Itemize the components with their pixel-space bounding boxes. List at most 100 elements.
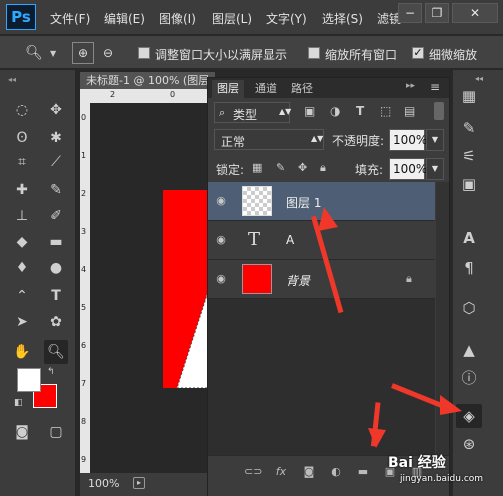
brush-tool-icon[interactable]: ✎ <box>44 178 68 202</box>
fit-window-checkbox[interactable] <box>138 47 150 59</box>
menu-select[interactable]: 选择(S) <box>322 10 363 27</box>
layer-row-background[interactable]: ◉ 背景 🔒︎ <box>208 260 435 299</box>
tab-channels[interactable]: 通道 <box>250 80 282 98</box>
ruler-corner <box>80 89 90 103</box>
lock-all-icon[interactable]: 🔒︎ <box>320 161 326 175</box>
fx-icon[interactable]: fx <box>272 463 290 481</box>
menu-file[interactable]: 文件(F) <box>50 10 90 27</box>
visibility-eye-icon[interactable]: ◉ <box>214 194 228 208</box>
baidu-watermark-url: jingyan.baidu.com <box>400 474 484 484</box>
options-bar: 🔍︎ ▼ ⊕ ⊖ 调整窗口大小以满屏显示 缩放所有窗口 ✓ 细微缩放 <box>0 35 503 69</box>
filter-kind-dropdown[interactable]: ⌕ 类型 ▲▼ <box>214 102 291 123</box>
opacity-slider-button[interactable]: ▼ <box>426 129 444 151</box>
chevron-down-icon[interactable]: ▼ <box>50 49 56 58</box>
filter-smart-object-icon[interactable]: ▤ <box>404 104 415 118</box>
ruler-tick-label: 0 <box>170 90 176 99</box>
foreground-color-front[interactable] <box>17 368 41 392</box>
clone-source-icon[interactable]: ▣ <box>456 172 482 196</box>
lock-icon: 🔒︎ <box>406 272 412 285</box>
expand-dock-icon[interactable]: ◂◂ <box>475 74 483 83</box>
visibility-eye-icon[interactable]: ◉ <box>214 272 228 286</box>
filter-toggle[interactable] <box>434 102 444 120</box>
quick-mask-icon[interactable]: ◙ <box>10 420 34 444</box>
filter-adjustment-icon[interactable]: ◑ <box>330 104 340 118</box>
restore-button[interactable]: ❐ <box>425 3 449 23</box>
hand-tool-icon[interactable]: ✋ <box>10 340 34 364</box>
screen-mode-icon[interactable]: ▢ <box>44 420 68 444</box>
pen-tool-icon[interactable]: ⌃ <box>10 284 34 308</box>
crop-tool-icon[interactable]: ⌗ <box>10 150 34 174</box>
fill-slider-button[interactable]: ▼ <box>426 158 444 180</box>
history-brush-tool-icon[interactable]: ✐ <box>44 204 68 228</box>
document-tab[interactable]: 未标题-1 @ 100% (图层 <box>80 72 215 89</box>
ruler-tick-label: 9 <box>81 455 87 464</box>
gradient-tool-icon[interactable]: ▬ <box>44 230 68 254</box>
paragraph-panel-icon[interactable]: ¶ <box>456 256 482 280</box>
filter-pixel-icon[interactable]: ▣ <box>304 104 315 118</box>
clone-stamp-tool-icon[interactable]: ⊥ <box>10 204 34 228</box>
layer-name[interactable]: 图层 1 <box>286 194 321 211</box>
blur-tool-icon[interactable]: ♦ <box>10 256 34 280</box>
zoom-tool-icon[interactable]: 🔍︎ <box>24 43 44 63</box>
visibility-eye-icon[interactable]: ◉ <box>214 233 228 247</box>
path-selection-tool-icon[interactable]: ➤ <box>10 310 34 334</box>
marquee-tool-icon[interactable]: ◌ <box>10 98 34 122</box>
ruler-tick-label: 0 <box>81 113 87 122</box>
lock-image-icon[interactable]: ✎ <box>276 161 285 174</box>
layers-panel: 图层 通道 路径 ▸▸ ≡ ⌕ 类型 ▲▼ ▣ ◑ T ⬚ ▤ 正常 ▲▼ 不透… <box>207 77 450 496</box>
tab-paths[interactable]: 路径 <box>286 80 318 98</box>
brush-presets-icon[interactable]: ✎ <box>456 116 482 140</box>
3d-panel-icon[interactable]: ⬡ <box>456 296 482 320</box>
blend-mode-dropdown[interactable]: 正常 ▲▼ <box>214 129 324 150</box>
lock-position-icon[interactable]: ✥ <box>298 161 307 174</box>
filter-shape-icon[interactable]: ⬚ <box>380 104 391 118</box>
menu-type[interactable]: 文字(Y) <box>266 10 307 27</box>
mask-icon[interactable]: ◙ <box>300 463 318 481</box>
lasso-tool-icon[interactable]: ʘ <box>10 126 34 150</box>
ruler-tick-label: 1 <box>81 151 87 160</box>
healing-brush-tool-icon[interactable]: ✚ <box>10 178 34 202</box>
layer-name[interactable]: A <box>286 233 294 247</box>
collapse-panel-icon[interactable]: ▸▸ <box>406 81 415 91</box>
opacity-field[interactable]: 100% <box>389 129 427 151</box>
eyedropper-tool-icon[interactable]: ⟋ <box>44 150 68 174</box>
tab-layers[interactable]: 图层 <box>212 80 244 98</box>
layer-name[interactable]: 背景 <box>286 272 310 289</box>
right-dock: ◂◂ ▦ ✎ ⚟ ▣ A ¶ ⬡ ▲ ⓘ ◈ ⊛ <box>453 70 503 496</box>
close-button[interactable]: ✕ <box>452 3 498 23</box>
magic-wand-tool-icon[interactable]: ✱ <box>44 126 68 150</box>
zoom-all-windows-checkbox[interactable] <box>308 47 320 59</box>
menu-image[interactable]: 图像(I) <box>159 10 196 27</box>
zoom-out-button[interactable]: ⊖ <box>97 42 119 64</box>
zoom-in-button[interactable]: ⊕ <box>72 42 94 64</box>
move-tool-icon[interactable]: ✥ <box>44 98 68 122</box>
menu-edit[interactable]: 编辑(E) <box>104 10 145 27</box>
history-panel-icon[interactable]: ▦ <box>456 84 482 108</box>
status-info-icon[interactable]: ▸ <box>133 477 145 489</box>
fill-field[interactable]: 100% <box>389 158 427 180</box>
custom-shape-tool-icon[interactable]: ✿ <box>44 310 68 334</box>
lock-transparent-icon[interactable]: ▦ <box>252 161 262 174</box>
type-tool-icon[interactable]: T <box>44 284 68 308</box>
swap-colors-icon[interactable]: ↰ <box>47 367 55 377</box>
link-icon[interactable]: ⊂⊃ <box>244 463 262 481</box>
group-icon[interactable]: ▬ <box>354 463 372 481</box>
channels-panel-icon[interactable]: ⊛ <box>456 432 482 456</box>
histogram-icon[interactable]: ▲ <box>456 338 482 362</box>
properties-panel-icon[interactable]: ⚟ <box>456 144 482 168</box>
collapse-arrows-icon[interactable]: ◂◂ <box>8 75 16 84</box>
scrubby-zoom-checkbox[interactable]: ✓ <box>412 47 424 59</box>
ruler-tick-label: 3 <box>81 227 87 236</box>
dodge-tool-icon[interactable]: ● <box>44 256 68 280</box>
filter-type-icon[interactable]: T <box>356 104 364 118</box>
minimize-button[interactable]: − <box>398 3 422 23</box>
default-colors-icon[interactable]: ◧ <box>14 398 23 408</box>
adjustment-icon[interactable]: ◐ <box>327 463 345 481</box>
zoom-tool-icon[interactable]: 🔍︎ <box>44 340 68 364</box>
zoom-status[interactable]: 100% <box>88 477 119 490</box>
panel-menu-icon[interactable]: ≡ <box>430 80 440 94</box>
info-panel-icon[interactable]: ⓘ <box>456 366 482 390</box>
menu-layer[interactable]: 图层(L) <box>212 10 252 27</box>
character-panel-icon[interactable]: A <box>456 226 482 250</box>
eraser-tool-icon[interactable]: ◆ <box>10 230 34 254</box>
